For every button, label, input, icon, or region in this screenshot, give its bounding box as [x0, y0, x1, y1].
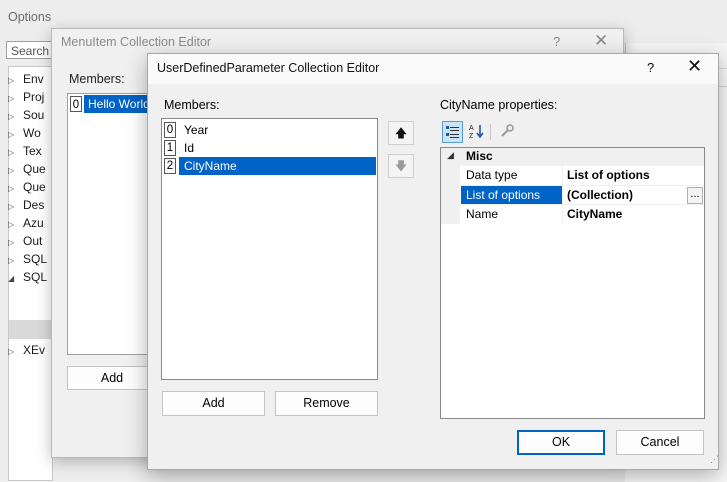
members-label: Members:	[164, 98, 220, 112]
property-pages-icon	[500, 124, 514, 137]
resize-grip-icon[interactable]: ⋰	[710, 455, 719, 464]
options-tree-item[interactable]: ▷ Des	[8, 196, 44, 214]
properties-label: CityName properties:	[440, 98, 558, 112]
property-name-selected[interactable]: List of options	[461, 186, 562, 205]
options-tree-item[interactable]: ▷ SQL	[8, 250, 47, 268]
menuitem-members-label: Members:	[69, 72, 125, 86]
member-item-id[interactable]: Id	[179, 139, 376, 157]
svg-text:Z: Z	[469, 133, 474, 139]
move-up-button[interactable]: 🡅	[388, 121, 414, 145]
property-name[interactable]: Data type	[461, 166, 562, 185]
options-tree-item-label: Que	[23, 180, 46, 194]
property-value[interactable]: List of options	[563, 166, 704, 185]
options-title: Options	[8, 10, 52, 24]
arrow-up-icon: 🡅	[394, 126, 408, 140]
options-tree-item-label: Wo	[23, 126, 41, 140]
add-button[interactable]: Add	[162, 391, 265, 416]
options-tree-item-label: Des	[23, 198, 45, 212]
options-tree-item-label: Proj	[23, 90, 45, 104]
move-down-button[interactable]: 🡇	[388, 154, 414, 178]
menuitem-close-button[interactable]: ✕	[594, 31, 608, 51]
options-tree-item[interactable]: ◢ SQL	[8, 268, 47, 286]
options-tree-item-label: SQL	[23, 270, 48, 284]
property-pages-button[interactable]	[496, 121, 517, 143]
parameter-help-button[interactable]: ?	[647, 60, 654, 75]
categorized-button[interactable]	[442, 121, 463, 143]
options-tree-item-label: Env	[23, 72, 44, 86]
member-index-badge: 2	[164, 158, 176, 174]
collapse-icon[interactable]: ◢	[447, 150, 454, 161]
menuitem-add-button[interactable]: Add	[67, 366, 157, 390]
menuitem-editor-title: MenuItem Collection Editor	[61, 35, 212, 49]
parameter-editor-title: UserDefinedParameter Collection Editor	[157, 61, 380, 75]
options-tree-item[interactable]: ▷ Wo	[8, 124, 41, 142]
options-tree-item-label: SQL	[23, 252, 48, 266]
options-tree-item-label: Sou	[23, 108, 45, 122]
ok-button[interactable]: OK	[517, 430, 605, 455]
member-item-year[interactable]: Year	[179, 121, 376, 139]
options-tree-item-label: Que	[23, 162, 46, 176]
member-item-cityname[interactable]: CityName	[179, 157, 376, 175]
options-tree-item-label: XEv	[23, 343, 46, 357]
categorized-icon	[445, 126, 459, 138]
options-tree-item[interactable]: ▷ Que	[8, 178, 46, 196]
options-tree-item[interactable]: ▷ Out	[8, 232, 42, 250]
ellipsis-button[interactable]: ...	[687, 187, 703, 204]
toolbar-divider	[490, 124, 491, 140]
options-tree-item[interactable]: ▷ Tex	[8, 142, 42, 160]
options-tree-item[interactable]: ▷ Azu	[8, 214, 44, 232]
property-value[interactable]: (Collection)	[563, 186, 704, 205]
options-tree-item-label: Azu	[23, 216, 44, 230]
property-name[interactable]: Name	[461, 205, 562, 224]
menuitem-members-list[interactable]	[67, 93, 157, 355]
parameter-close-button[interactable]: ✕	[687, 56, 702, 77]
cancel-button[interactable]: Cancel	[616, 430, 704, 455]
divider	[562, 166, 563, 223]
menuitem-help-button[interactable]: ?	[553, 34, 560, 49]
options-tree-item[interactable]: ▷ Sou	[8, 106, 44, 124]
options-tree-selection	[9, 320, 53, 339]
svg-text:A: A	[469, 125, 474, 132]
member-index-badge: 0	[70, 96, 82, 112]
options-tree-item-label: Tex	[23, 144, 42, 158]
member-index-badge: 1	[164, 140, 176, 156]
collapsed-triangle-icon[interactable]: ▷	[8, 343, 18, 361]
alphabetical-icon: A Z	[469, 125, 484, 140]
category-label: Misc	[466, 149, 493, 163]
options-tree-item[interactable]: ▷ Que	[8, 160, 46, 178]
expanded-triangle-icon[interactable]: ◢	[8, 270, 18, 288]
options-tree-item[interactable]: ▷ XEv	[8, 341, 45, 359]
options-tree-item[interactable]: ▷ Proj	[8, 88, 44, 106]
arrow-down-icon: 🡇	[394, 159, 408, 173]
property-value[interactable]: CityName	[563, 205, 704, 224]
member-index-badge: 0	[164, 122, 176, 138]
alphabetical-button[interactable]: A Z	[466, 121, 487, 143]
remove-button[interactable]: Remove	[275, 391, 378, 416]
options-tree-item[interactable]: ▷ Env	[8, 70, 44, 88]
options-tree-item-label: Out	[23, 234, 43, 248]
